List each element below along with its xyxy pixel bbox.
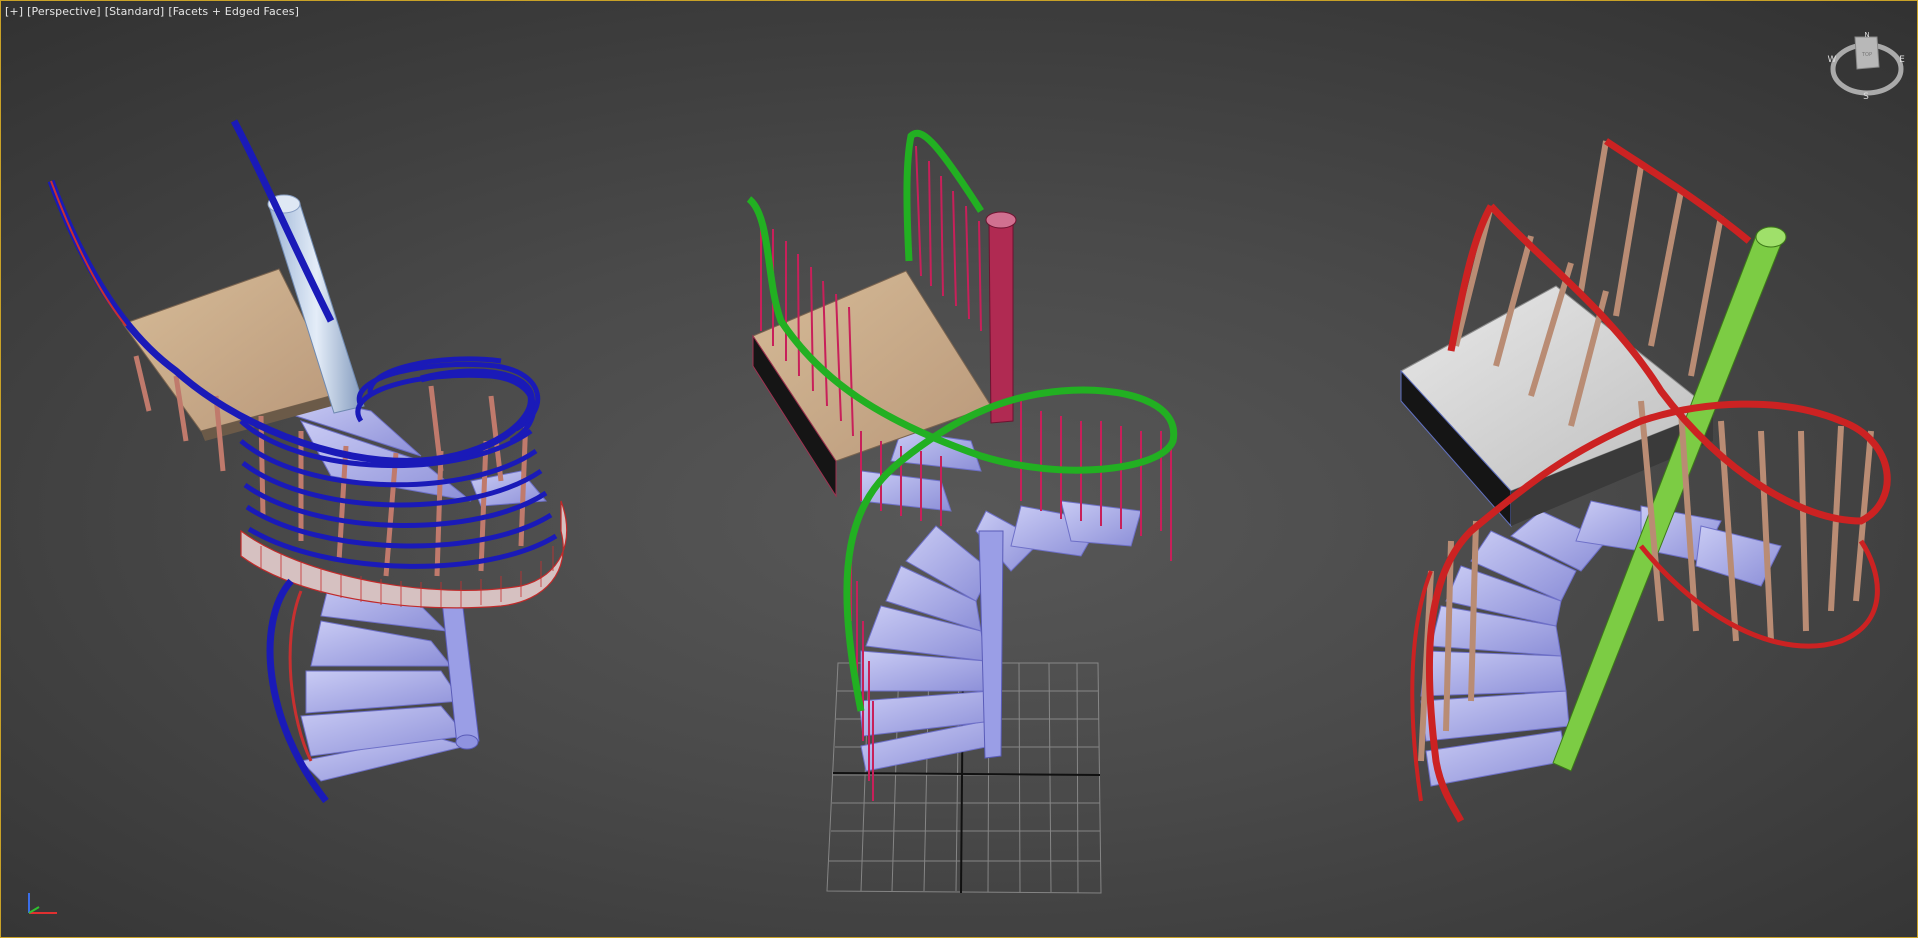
axis-tripod	[28, 893, 57, 914]
compass-s-label: S	[1863, 92, 1869, 102]
viewport-pov-menu[interactable]: [Perspective]	[27, 5, 101, 18]
left-pole-foot	[455, 734, 479, 750]
right-handrail-top	[1604, 138, 1752, 244]
viewport-general-menu[interactable]: [+]	[5, 5, 23, 18]
staircase-right[interactable]	[1400, 138, 1891, 823]
viewcube-face-label: TOP	[1861, 52, 1872, 58]
right-pole-top	[1755, 226, 1787, 248]
viewcube[interactable]: TOP N W E S	[1825, 27, 1909, 107]
scene-3d[interactable]	[1, 1, 1917, 937]
center-pole-top	[985, 211, 1017, 229]
compass-n-label: N	[1864, 31, 1869, 39]
viewport-label-bar: [+] [Perspective] [Standard] [Facets + E…	[5, 5, 299, 18]
viewport-display-mode-menu[interactable]: [Facets + Edged Faces]	[168, 5, 299, 18]
viewport-shading-standard-menu[interactable]: [Standard]	[105, 5, 165, 18]
perspective-viewport[interactable]: [+] [Perspective] [Standard] [Facets + E…	[0, 0, 1918, 938]
staircase-center[interactable]	[746, 129, 1178, 801]
center-red-pole	[988, 218, 1014, 424]
compass-e-label: E	[1899, 55, 1905, 65]
compass-w-label: W	[1828, 55, 1837, 65]
staircase-left[interactable]	[47, 119, 568, 804]
